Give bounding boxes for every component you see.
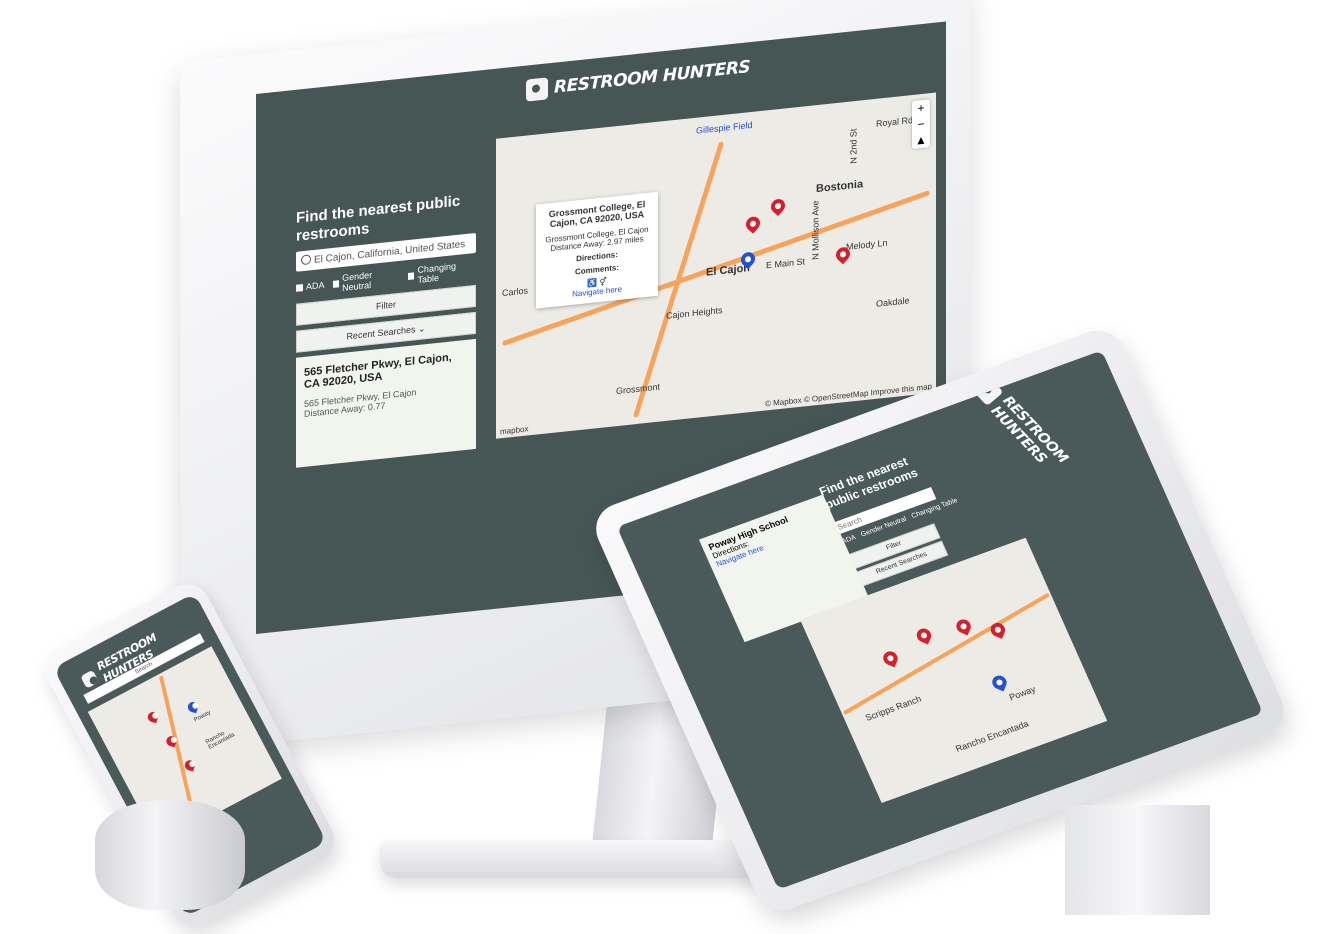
map-label: Royal Rd — [876, 114, 914, 129]
checkbox-label: Changing Table — [417, 260, 456, 286]
restroom-pin[interactable] — [768, 196, 788, 217]
map-label: E Main St — [766, 256, 806, 271]
compass-icon[interactable]: ▲ — [912, 131, 930, 149]
brand-logo[interactable]: RESTROOM HUNTERS — [968, 373, 1123, 532]
toilet-paper-icon — [971, 375, 1004, 406]
brand-name: RESTROOM HUNTERS — [554, 57, 751, 98]
checkbox-changing-table[interactable]: Changing Table — [407, 259, 476, 286]
toilet-paper-icon — [526, 77, 548, 102]
checkbox-ada[interactable]: ADA — [296, 275, 325, 298]
decorative-cube — [1065, 805, 1210, 915]
map-label: Gillespie Field — [696, 119, 753, 136]
restroom-pin[interactable] — [988, 620, 1008, 639]
restroom-pin[interactable] — [954, 617, 973, 636]
map-label: Rancho Encantada — [204, 730, 236, 751]
result-card[interactable]: 565 Fletcher Pkwy, El Cajon, CA 92020, U… — [296, 338, 476, 468]
map-label: Cajon Heights — [666, 304, 723, 321]
map-label: Carlos — [502, 285, 529, 299]
map-label: Melody Ln — [846, 237, 888, 253]
decorative-cylinder — [95, 800, 245, 910]
map-label: N 2nd St — [848, 128, 859, 165]
map-label: Bostonia — [816, 178, 864, 196]
current-location-pin[interactable] — [186, 700, 200, 714]
map-label: Poway — [1007, 684, 1038, 703]
search-icon — [301, 254, 311, 266]
checkbox-box — [332, 279, 340, 288]
map-label: Grossmont — [616, 381, 661, 397]
checkbox-box — [296, 283, 303, 292]
checkbox-label: ADA — [306, 279, 325, 292]
restroom-pin[interactable] — [183, 759, 197, 772]
checkbox-box — [407, 271, 415, 280]
map-label: N Mollison Ave — [810, 199, 821, 261]
brand-logo[interactable]: RESTROOM HUNTERS — [526, 56, 750, 102]
restroom-pin[interactable] — [914, 626, 934, 645]
checkbox-gender-neutral[interactable]: Gender Neutral — [332, 267, 400, 294]
zoom-controls: + − ▲ — [912, 99, 930, 150]
recent-searches-label: Recent Searches — [346, 324, 416, 342]
mapbox-logo[interactable]: mapbox — [500, 424, 528, 436]
restroom-pin[interactable] — [743, 213, 763, 234]
restroom-pin[interactable] — [881, 649, 900, 668]
map[interactable]: Gillespie Field Bostonia El Cajon Royal … — [496, 92, 936, 439]
map-label: Rancho Encantada — [954, 718, 1031, 754]
current-location-pin[interactable] — [990, 673, 1009, 692]
brand-name: RESTROOM HUNTERS — [987, 393, 1071, 467]
result-title: Poway High School — [707, 514, 790, 553]
sidebar-heading: Find the nearest public restrooms — [816, 454, 920, 512]
restroom-pin[interactable] — [146, 710, 160, 724]
map-popup: Grossmont College, El Cajon, CA 92020, U… — [536, 191, 658, 309]
map-label: Oakdale — [876, 295, 910, 309]
checkbox-label: Gender Neutral — [342, 269, 373, 293]
toilet-paper-icon — [80, 669, 99, 689]
search-sidebar: Find the nearest public restrooms El Caj… — [296, 191, 476, 468]
chevron-down-icon: ⌄ — [418, 323, 426, 334]
